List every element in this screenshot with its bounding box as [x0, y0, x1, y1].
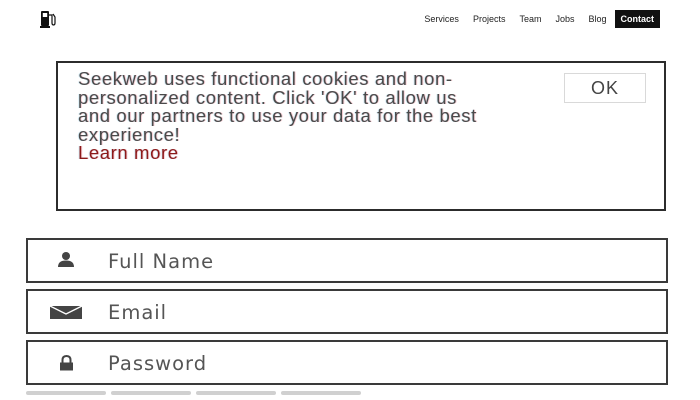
ok-button[interactable]: OK	[564, 73, 646, 103]
main-nav: Services Projects Team Jobs Blog Contact	[418, 10, 660, 28]
divider-segment	[196, 391, 276, 395]
nav-item-team[interactable]: Team	[513, 10, 547, 28]
full-name-input[interactable]	[108, 246, 648, 276]
nav-item-services[interactable]: Services	[418, 10, 465, 28]
full-name-field[interactable]	[26, 238, 668, 283]
cookie-notice: Seekweb uses functional cookies and non-…	[56, 61, 666, 211]
divider-segment	[281, 391, 361, 395]
page: Services Projects Team Jobs Blog Contact…	[0, 0, 700, 400]
nav-item-jobs[interactable]: Jobs	[549, 10, 580, 28]
cookie-message: Seekweb uses functional cookies and non-…	[78, 68, 477, 145]
nav-item-blog[interactable]: Blog	[582, 10, 612, 28]
divider-segment	[26, 391, 106, 395]
divider-segment	[111, 391, 191, 395]
fuel-pump-icon[interactable]	[40, 9, 56, 29]
email-input[interactable]	[108, 297, 648, 327]
bottom-divider	[26, 391, 361, 395]
user-icon	[50, 252, 84, 270]
lock-icon	[50, 354, 84, 372]
nav-item-projects[interactable]: Projects	[467, 10, 512, 28]
cookie-notice-text: Seekweb uses functional cookies and non-…	[78, 68, 478, 163]
password-field[interactable]	[26, 340, 668, 385]
learn-more-link[interactable]: Learn more	[78, 142, 179, 163]
nav-item-contact[interactable]: Contact	[614, 10, 660, 28]
password-input[interactable]	[108, 348, 648, 378]
top-navigation-bar: Services Projects Team Jobs Blog Contact	[0, 0, 700, 38]
envelope-icon	[49, 303, 84, 321]
email-field[interactable]	[26, 289, 668, 334]
